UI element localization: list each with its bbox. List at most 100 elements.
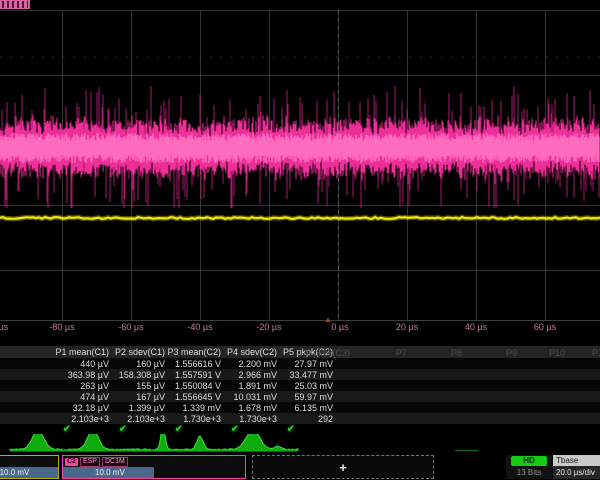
time-axis-label: -20 µs [256,322,281,332]
timebase-descriptor[interactable]: Tbase 20.0 µs/div [553,455,600,479]
table-cell-value: 1.678 mV [238,403,277,413]
param-header[interactable]: P1 mean(C1) [56,346,112,358]
table-cell-value: 160 µV [136,359,165,369]
param-header[interactable]: P3 mean(C2) [168,346,224,358]
time-axis-label: 60 µs [534,322,556,332]
table-cell-value: 292 [318,414,333,424]
table-cell: 10.031 mV [224,391,280,402]
table-cell-value: 1.557591 V [175,370,221,380]
status-cell: ✔ [168,424,224,434]
c2-scale-value: 10.0 mV [95,468,125,477]
checkmark-icon: ✔ [63,424,109,435]
param-header-label: P1 mean(C1) [55,347,109,357]
measurement-table[interactable]: P1 mean(C1)P2 sdev(C1)P3 mean(C2)P4 sdev… [0,346,600,434]
table-cell: 1.556645 V [168,391,224,402]
table-cell: 1.550084 V [168,380,224,391]
table-cell-value: 10.031 mV [233,392,277,402]
param-header[interactable]: P2 sdev(C1) [112,346,168,358]
table-cell-value: 1.730e+3 [183,414,221,424]
table-row: 363.98 µV 158.308 µV 1.557591 V 2.966 mV33.… [0,369,600,380]
table-cell-value: 158.308 µV [119,370,165,380]
table-cell-value: 27.97 mV [294,359,333,369]
param-header-inactive[interactable]: P10 [549,348,565,358]
param-header[interactable]: P4 sdev(C2) [224,346,280,358]
channel-1-descriptor[interactable]: DC1M 10.0 mV [0,455,59,479]
table-cell-value: 1.556645 V [175,392,221,402]
table-cell-value: 440 µV [80,359,109,369]
gridline-vertical [269,10,270,320]
c1-scale-value: 10.0 mV [0,468,29,477]
time-axis-label: -100 µs [0,322,8,332]
status-cell: ✔ [56,424,112,434]
table-cell-value: 1.339 mV [182,403,221,413]
gridline-horizontal [0,10,600,11]
table-cell: 158.308 µV [112,369,168,380]
table-row: 440 µV160 µV1.556616 V2.200 mV27.97 mV [0,358,600,369]
table-cell-value: 25.03 mV [294,381,333,391]
table-cell: 474 µV [56,391,112,402]
checkmark-icon: ✔ [119,424,165,435]
gridline-vertical [131,10,132,320]
add-trace-button[interactable]: + [252,455,434,479]
oscilloscope-screen: ▲ -100 µs-80 µs-60 µs-40 µs-20 µs0 µs20 … [0,0,600,480]
time-axis-label: 40 µs [465,322,487,332]
gridline-vertical [545,10,546,320]
param-header-label: P3 mean(C2) [167,347,221,357]
checkmark-icon: ✔ [231,424,277,435]
param-header-inactive[interactable]: P11 [592,348,600,358]
table-cell: 1.891 mV [224,380,280,391]
table-cell-value: 6.135 mV [294,403,333,413]
grid-bottom-edge [0,320,600,321]
param-header-inactive[interactable]: P7 [396,348,407,358]
hd-badge: HD [511,456,547,466]
table-cell: 440 µV [56,358,112,369]
table-cell-value: 1.891 mV [238,381,277,391]
table-cell-value: 1.730e+3 [239,414,277,424]
time-axis-label: -60 µs [118,322,143,332]
table-header-row: P1 mean(C1)P2 sdev(C1)P3 mean(C2)P4 sdev… [0,346,600,358]
table-cell-value: 59.97 mV [294,392,333,402]
gridline-vertical [407,10,408,320]
table-cell-value: 32.18 µV [73,403,109,413]
table-row: 32.18 µV 1.399 µV 1.339 mV 1.678 mV 6.135 mV [0,402,600,413]
c2-esp-chip: ESP [80,457,100,467]
gridline-horizontal [0,270,600,271]
gridline-vertical [200,10,201,320]
table-cell-value: 2.966 mV [238,370,277,380]
table-cell: 25.03 mV [280,380,336,391]
gridline-horizontal [0,205,600,206]
table-cell-value: 1.550084 V [175,381,221,391]
table-cell-value: 2.200 mV [238,359,277,369]
table-cell: 1.557591 V [168,369,224,380]
c2-label-chip: C2 [65,458,78,466]
table-cell: 155 µV [112,380,168,391]
table-cell-value: 474 µV [80,392,109,402]
table-status-row: ✔✔✔✔✔ [0,424,600,434]
channel-2-descriptor[interactable]: C2 ESP DC1M 10.0 mV [62,455,246,479]
table-cell-value: 2.103e+3 [71,414,109,424]
gridline-horizontal [0,75,600,76]
trigger-time-line [338,10,339,320]
timebase-title: Tbase [553,455,600,466]
table-cell: 59.97 mV [280,391,336,402]
gridline-horizontal [0,140,600,141]
status-cell: ✔ [280,424,336,434]
table-cell-value: 363.98 µV [68,370,109,380]
table-cell: 292 [280,413,336,424]
table-cell: 160 µV [112,358,168,369]
table-cell-value: 155 µV [136,381,165,391]
table-cell-value: 1.399 µV [129,403,165,413]
table-cell: 27.97 mV [280,358,336,369]
checkmark-icon: ✔ [287,424,333,435]
param-header-inactive[interactable]: P6 pkpk(C3) [300,348,350,358]
param-header-inactive[interactable]: P9 [506,348,517,358]
hd-mode-indicator[interactable]: HD 13 Bits [506,455,552,479]
table-cell: 33.477 mV [280,369,336,380]
param-header-inactive[interactable]: P8 [451,348,462,358]
time-axis-label: -80 µs [49,322,74,332]
table-cell: 263 µV [56,380,112,391]
gridline-vertical [62,10,63,320]
table-row: 474 µV167 µV1.556645 V10.031 mV59.97 mV [0,391,600,402]
table-cell: 2.200 mV [224,358,280,369]
status-cell: ✔ [112,424,168,434]
